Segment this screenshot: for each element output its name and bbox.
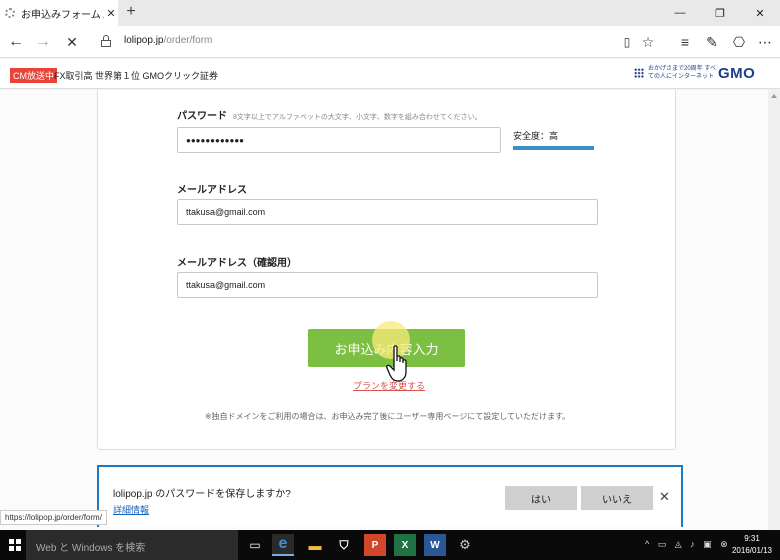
reading-view-icon[interactable]: ▯ (617, 32, 637, 52)
restore-button[interactable]: ❐ (700, 0, 740, 26)
url-path: /order/form (163, 35, 213, 46)
system-tray-icons[interactable]: ^ ▭ ◬ ♪ ▣ ⊗ (645, 539, 731, 550)
edge-browser-icon[interactable]: e (272, 534, 294, 556)
password-strength-label: 安全度：高 (513, 131, 559, 141)
page-content: パスワード 8文字以上でアルファベットの大文字、小文字、数字を組み合わせてください… (0, 90, 768, 530)
excel-icon[interactable]: X (394, 534, 416, 556)
email-confirm-label: メールアドレス（確認用） (177, 258, 297, 269)
password-input[interactable]: ●●●●●●●●●●●● (177, 127, 501, 153)
no-label: いいえ (602, 494, 632, 506)
new-tab-button[interactable]: + (122, 3, 140, 21)
clock-date: 2016/01/13 (731, 546, 773, 555)
windows-start-icon[interactable] (9, 539, 21, 551)
ad-text[interactable]: FX取引高 世界第１位 GMOクリック証券 (54, 69, 218, 82)
gmo-dots-icon (634, 68, 644, 78)
more-icon[interactable]: ⋯ (755, 32, 775, 52)
save-password-yes-button[interactable]: はい (505, 486, 577, 510)
ad-banner[interactable]: CM放送中 FX取引高 世界第１位 GMOクリック証券 おかげさまで20周年 す… (0, 59, 780, 89)
save-password-question: lolipop.jp のパスワードを保存しますか? (113, 489, 291, 500)
tab-order-form[interactable]: お申込みフォーム / お申込 ✕ (0, 0, 118, 26)
share-icon[interactable]: ⎔ (729, 32, 749, 52)
url-field[interactable]: lolipop.jp/order/form (124, 35, 212, 46)
domain-note: ※独自ドメインをご利用の場合は、お申込み完了後にユーザー専用ページにて設定してい… (204, 412, 571, 421)
task-view-icon[interactable]: ▭ (244, 534, 266, 556)
minimize-button[interactable]: — (660, 0, 700, 26)
window-close-button[interactable]: ✕ (740, 0, 780, 26)
stop-loading-icon[interactable]: ✕ (62, 32, 82, 52)
save-password-bar: lolipop.jp のパスワードを保存しますか? 詳細情報 はい いいえ ✕ (97, 465, 683, 527)
ad-badge: CM放送中 (10, 68, 57, 83)
taskbar-search-box[interactable]: Web と Windows を検索 (26, 530, 238, 560)
app-gear-icon[interactable]: ⚙ (454, 534, 476, 556)
store-icon[interactable]: ⛉ (333, 534, 355, 556)
tab-bar: お申込みフォーム / お申込 ✕ + — ❐ ✕ (0, 0, 780, 26)
clock-time: 9:31 (744, 534, 760, 543)
status-url-tooltip: https://lolipop.jp/order/form/ (0, 510, 107, 525)
taskbar-clock[interactable]: 9:31 2016/01/13 (730, 533, 774, 557)
hand-pointer-icon (386, 345, 407, 382)
gmo-logo[interactable]: GMO (718, 65, 755, 82)
email-label: メールアドレス (177, 185, 247, 196)
loading-spinner-icon (5, 8, 15, 18)
tab-title: お申込みフォーム / お申込 (21, 9, 104, 21)
page-scrollbar[interactable] (768, 90, 780, 530)
powerpoint-icon[interactable]: P (364, 534, 386, 556)
save-password-details-link[interactable]: 詳細情報 (113, 503, 149, 516)
save-password-close-icon[interactable]: ✕ (659, 489, 670, 505)
yes-label: はい (531, 494, 551, 506)
email-confirm-input[interactable]: ttakusa@gmail.com (177, 272, 598, 298)
order-form-card: パスワード 8文字以上でアルファベットの大文字、小文字、数字を組み合わせてください… (97, 90, 676, 450)
save-password-no-button[interactable]: いいえ (581, 486, 653, 510)
address-bar: ← → ✕ lolipop.jp/order/form ▯ ☆ ≡ ✎ ⎔ ⋯ (0, 26, 780, 58)
file-explorer-icon[interactable]: ▬ (304, 534, 326, 556)
favorite-star-icon[interactable]: ☆ (638, 32, 658, 52)
gmo-tagline: おかげさまで20周年 すべての人にインターネット (648, 66, 716, 80)
back-arrow-icon[interactable]: ← (6, 32, 26, 52)
email-input[interactable]: ttakusa@gmail.com (177, 199, 598, 225)
lock-icon (101, 35, 111, 47)
word-icon[interactable]: W (424, 534, 446, 556)
web-note-icon[interactable]: ✎ (702, 32, 722, 52)
url-host: lolipop.jp (124, 35, 164, 46)
hub-icon[interactable]: ≡ (675, 32, 695, 52)
forward-arrow-icon[interactable]: → (33, 32, 53, 52)
tab-close-icon[interactable]: ✕ (104, 7, 118, 20)
password-hint: 8文字以上でアルファベットの大文字、小文字、数字を組み合わせてください。 (233, 114, 482, 121)
password-label: パスワード 8文字以上でアルファベットの大文字、小文字、数字を組み合わせてください… (177, 111, 482, 122)
password-strength-bar (513, 146, 594, 150)
windows-taskbar: Web と Windows を検索 ▭ e ▬ ⛉ P X W ⚙ ^ ▭ ◬ … (0, 530, 780, 560)
scroll-up-icon[interactable] (771, 94, 777, 98)
